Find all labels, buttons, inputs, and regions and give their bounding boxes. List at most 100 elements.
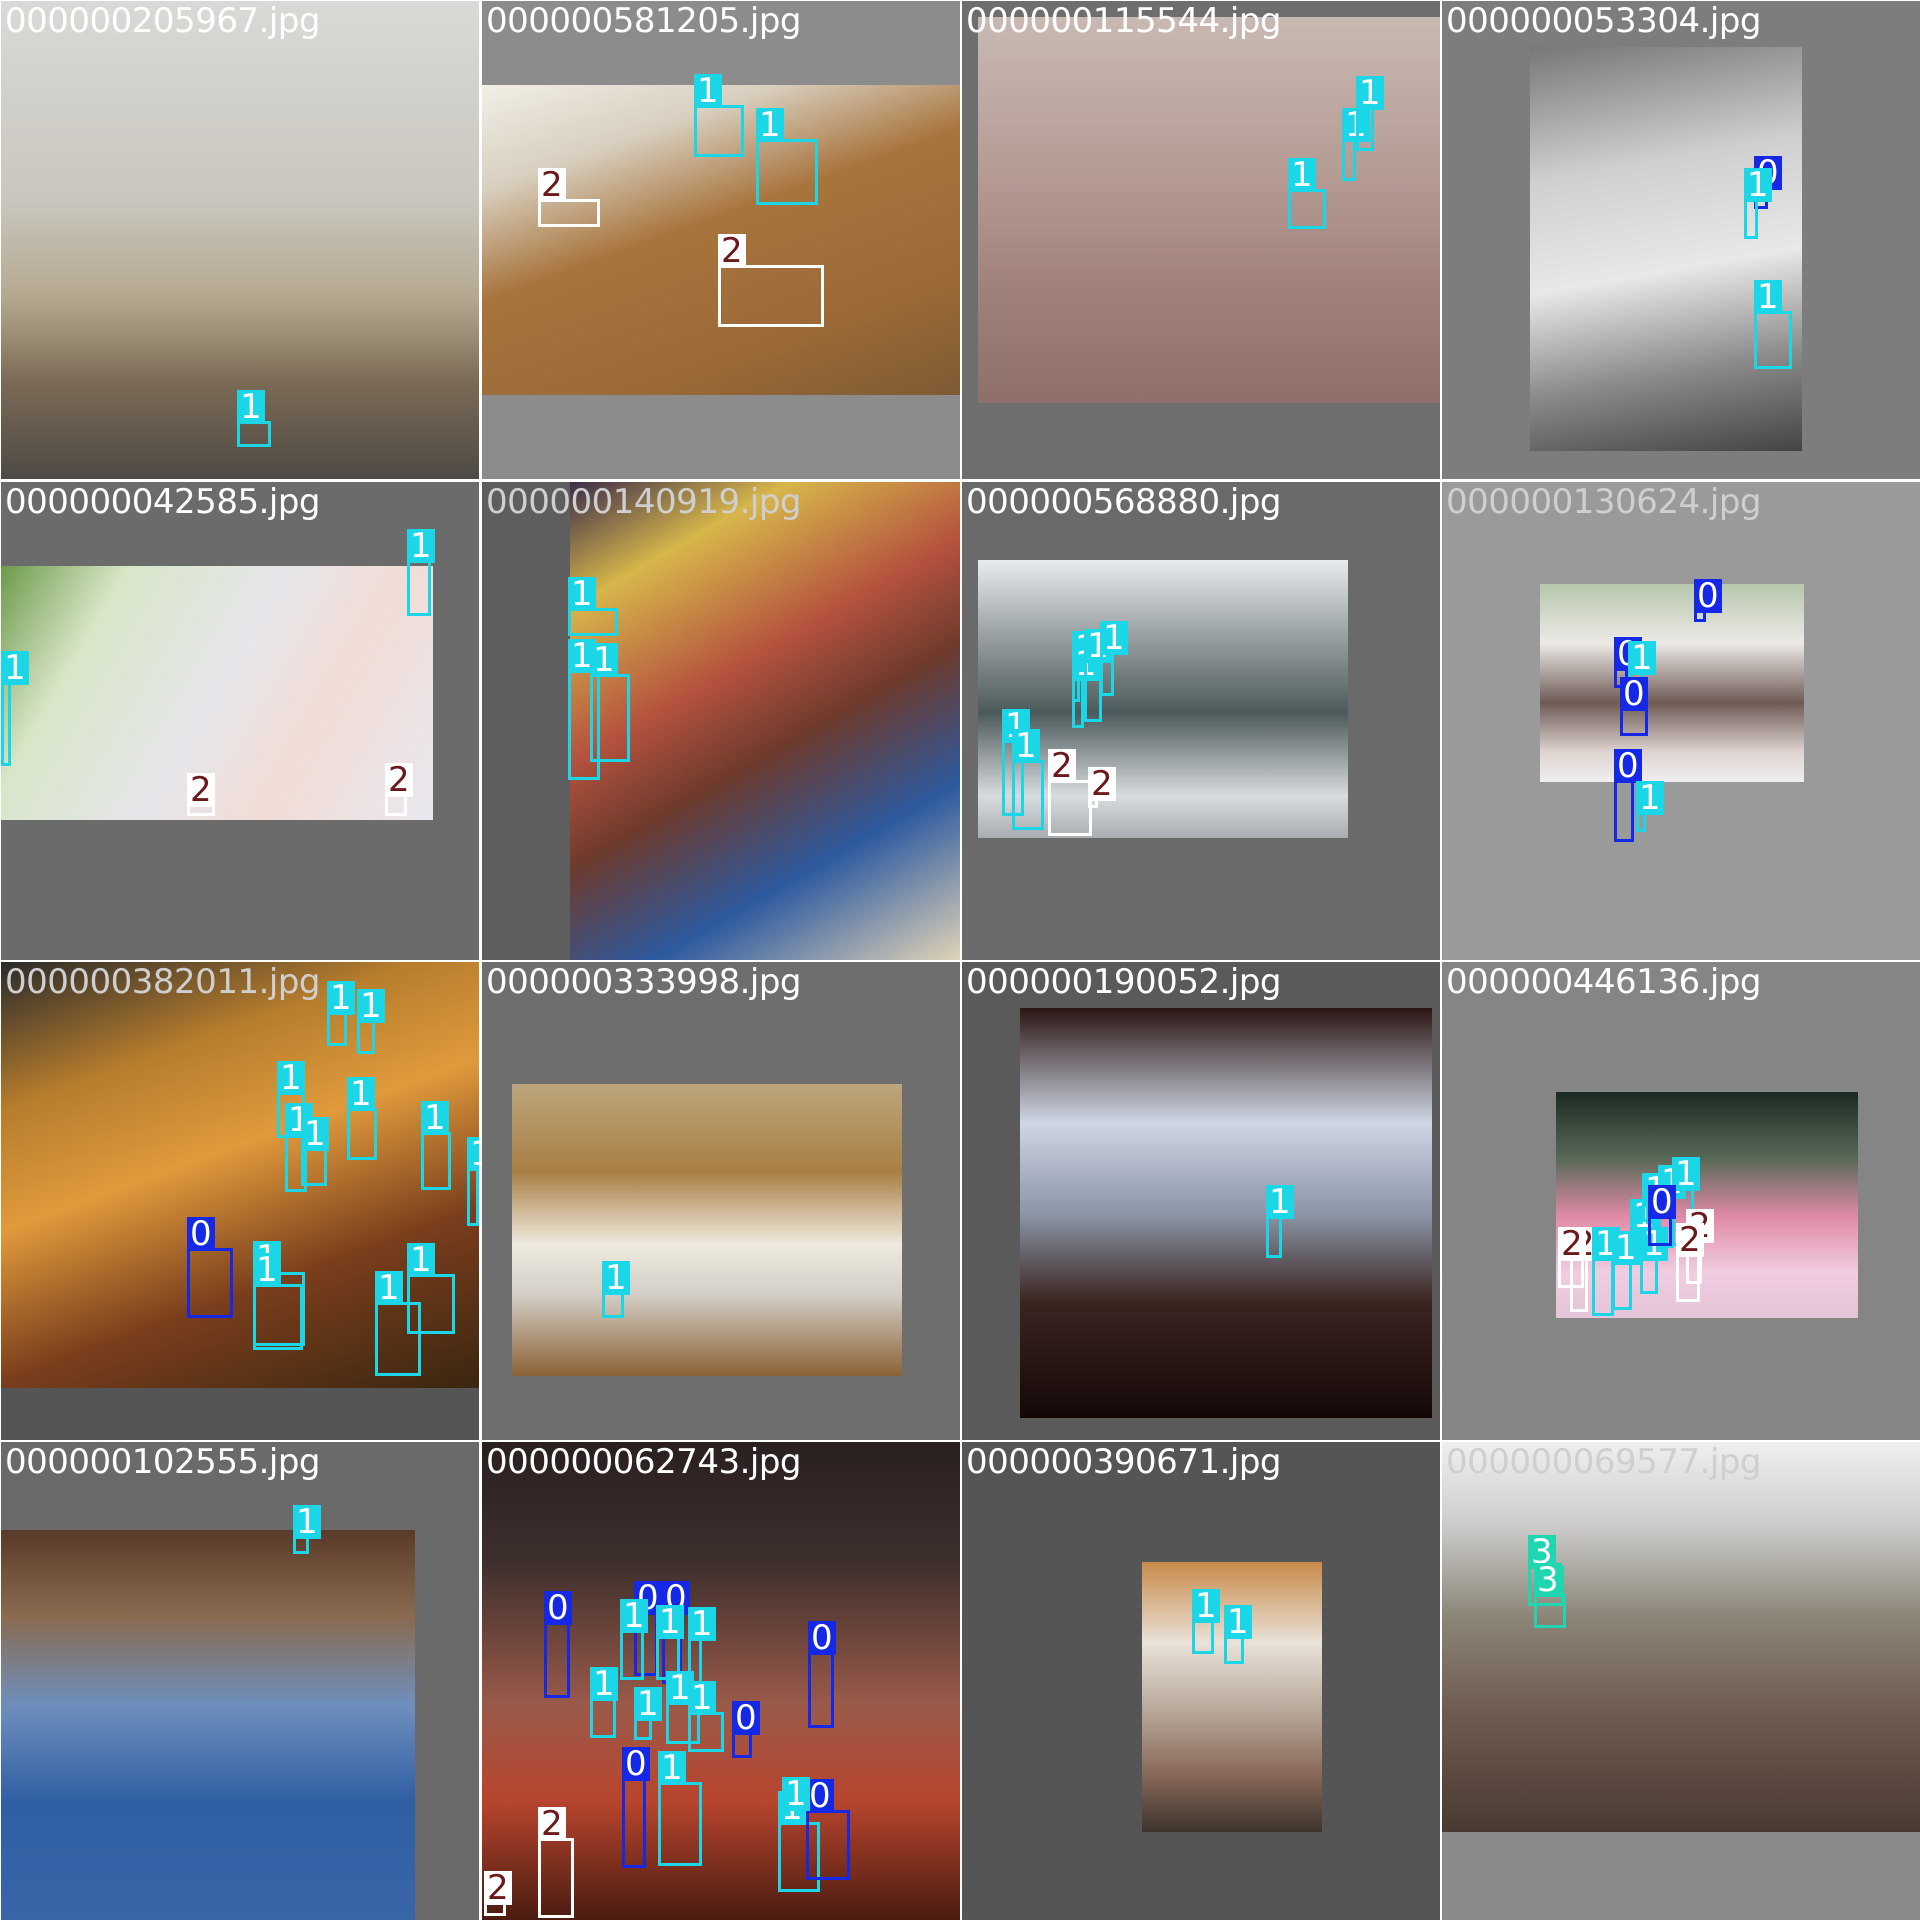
bbox-class-1[interactable]: 1 <box>301 1117 329 1186</box>
bbox-class-0[interactable]: 0 <box>806 1779 850 1880</box>
bbox-class-1[interactable]: 1 <box>782 1777 810 1816</box>
bbox-class-1[interactable]: 1 <box>1636 781 1664 832</box>
bbox-label: 0 <box>187 1217 215 1251</box>
bbox-label: 1 <box>1288 158 1316 192</box>
bbox-class-0[interactable]: 0 <box>544 1591 572 1698</box>
bbox-class-1[interactable]: 1 <box>327 981 355 1046</box>
bbox-class-2[interactable]: 2 <box>538 168 600 227</box>
bbox-class-0[interactable]: 0 <box>808 1621 836 1728</box>
bbox-class-1[interactable]: 1 <box>1744 168 1772 239</box>
image-tile[interactable]: 000000446136.jpg211112111220 <box>1442 962 1920 1440</box>
image-tile[interactable]: 000000140919.jpg 1 1 1 <box>482 482 960 960</box>
image-tile[interactable]: 000000053304.jpg011 <box>1442 1 1920 479</box>
image-tile[interactable]: 000000333998.jpg 1 <box>482 962 960 1440</box>
bbox-class-1[interactable]: 1 <box>1356 76 1384 151</box>
bbox-class-2[interactable]: 2 <box>1088 767 1116 808</box>
bbox-class-2[interactable]: 2 <box>484 1871 512 1916</box>
photo-restaurant-kitchen <box>1020 1008 1432 1418</box>
filename-label: 000000446136.jpg <box>1446 962 1762 1002</box>
filename-label: 000000042585.jpg <box>5 482 321 522</box>
bbox-class-1[interactable]: 1 <box>590 643 630 762</box>
bbox-class-1[interactable]: 1 <box>602 1261 630 1318</box>
image-tile[interactable]: 000000042585.jpg 1 1 2 2 <box>1 482 479 960</box>
image-tile[interactable]: 000000581205.jpg 1 1 2 2 <box>482 1 960 479</box>
bbox-class-0[interactable]: 0 <box>622 1747 650 1868</box>
image-tile[interactable]: 000000069577.jpg 3 3 <box>1442 1442 1920 1920</box>
bbox-class-0[interactable]: 0 <box>187 1217 233 1318</box>
photo-chef <box>1530 47 1802 451</box>
bbox-label: 1 <box>407 1243 435 1277</box>
bbox-class-1[interactable]: 1 <box>1754 280 1792 369</box>
bbox-label: 3 <box>1534 1563 1562 1597</box>
filename-label: 000000190052.jpg <box>966 962 1282 1002</box>
bbox-class-2[interactable]: 2 <box>187 773 215 816</box>
bbox-class-1[interactable]: 1 <box>1612 1231 1640 1310</box>
bbox-class-1[interactable]: 1 <box>421 1101 451 1190</box>
bbox-label: 0 <box>1614 749 1642 783</box>
image-tile[interactable]: 000000568880.jpg11111122 <box>962 482 1440 960</box>
bbox-class-3[interactable]: 3 <box>1534 1563 1566 1628</box>
bbox-class-1[interactable]: 1 <box>467 1137 479 1226</box>
bbox-class-1[interactable]: 1 <box>1342 108 1370 181</box>
bbox-class-1[interactable]: 1 <box>590 1667 618 1738</box>
filename-label: 000000390671.jpg <box>966 1442 1282 1482</box>
bbox-class-1[interactable]: 1 <box>1288 158 1326 229</box>
bbox-class-0[interactable]: 0 <box>1614 749 1642 842</box>
bbox-label: 1 <box>1192 1589 1220 1623</box>
bbox-label: 0 <box>1648 1185 1676 1219</box>
bbox-class-1[interactable]: 1 <box>357 989 385 1054</box>
bbox-class-2[interactable]: 2 <box>718 234 824 327</box>
bbox-class-1[interactable]: 1 <box>1012 729 1044 830</box>
image-tile[interactable]: 000000390671.jpg 1 1 <box>962 1442 1440 1920</box>
bbox-class-1[interactable]: 1 <box>253 1253 303 1350</box>
bbox-label: 1 <box>756 108 784 142</box>
bbox-label: 1 <box>590 643 618 677</box>
bbox-class-1[interactable]: 1 <box>620 1599 648 1680</box>
bbox-class-1[interactable]: 1 <box>658 1751 702 1866</box>
bbox-class-1[interactable]: 1 <box>375 1271 421 1376</box>
bbox-class-1[interactable]: 1 <box>407 529 435 616</box>
image-tile[interactable]: 000000062743.jpg0001110111100110122 <box>482 1442 960 1920</box>
bbox-class-1[interactable]: 1 <box>347 1077 377 1160</box>
filename-label: 000000069577.jpg <box>1446 1442 1762 1482</box>
bbox-class-1[interactable]: 1 <box>1072 647 1100 728</box>
image-tile[interactable]: 000000190052.jpg 1 <box>962 962 1440 1440</box>
bbox-class-1[interactable]: 1 <box>688 1681 724 1752</box>
image-tile[interactable]: 000000130624.jpg001001 <box>1442 482 1920 960</box>
bbox-class-2[interactable]: 2 <box>385 763 413 816</box>
bbox-class-2[interactable]: 2 <box>1048 749 1092 836</box>
photo-man-with-dog <box>1 1530 415 1920</box>
bbox-label: 1 <box>1672 1157 1700 1191</box>
bbox-label: 1 <box>634 1687 662 1721</box>
image-tile[interactable]: 000000102555.jpg 1 <box>1 1442 479 1920</box>
bbox-class-0[interactable]: 0 <box>1620 677 1648 736</box>
bbox-class-1[interactable]: 1 <box>568 577 618 636</box>
photo-round-table <box>1540 584 1804 782</box>
bbox-class-1[interactable]: 1 <box>1192 1589 1220 1654</box>
bbox-class-1[interactable]: 1 <box>1640 1227 1668 1294</box>
bbox-class-0[interactable]: 0 <box>732 1701 760 1758</box>
image-tile[interactable]: 000000115544.jpg 1 1 1 <box>962 1 1440 479</box>
filename-label: 000000333998.jpg <box>486 962 802 1002</box>
bbox-label: 2 <box>538 1807 566 1841</box>
bbox-class-1[interactable]: 1 <box>634 1687 662 1740</box>
bbox-class-1[interactable]: 1 <box>756 108 818 205</box>
bbox-class-2[interactable]: 2 <box>1558 1227 1586 1288</box>
bbox-label: 1 <box>620 1599 648 1633</box>
bbox-class-2[interactable]: 2 <box>1676 1223 1704 1302</box>
bbox-label: 2 <box>1048 749 1076 783</box>
bbox-class-1[interactable]: 1 <box>1224 1605 1252 1664</box>
bbox-class-1[interactable]: 1 <box>1 651 29 766</box>
bbox-class-1[interactable]: 1 <box>694 74 744 157</box>
bbox-class-2[interactable]: 2 <box>538 1807 574 1918</box>
bbox-class-1[interactable]: 1 <box>1100 621 1128 696</box>
bbox-label: 1 <box>1636 781 1664 815</box>
image-tile[interactable]: 000000382011.jpg1111111101111 <box>1 962 479 1440</box>
image-tile[interactable]: 000000205967.jpg 1 <box>1 1 479 479</box>
bbox-class-0[interactable]: 0 <box>1694 579 1722 622</box>
bbox-class-1[interactable]: 1 <box>237 390 271 447</box>
bbox-class-1[interactable]: 1 <box>293 1505 321 1554</box>
bbox-class-1[interactable]: 1 <box>1266 1185 1294 1258</box>
bbox-class-1[interactable]: 1 <box>1592 1227 1620 1316</box>
bbox-class-0[interactable]: 0 <box>1648 1185 1676 1246</box>
